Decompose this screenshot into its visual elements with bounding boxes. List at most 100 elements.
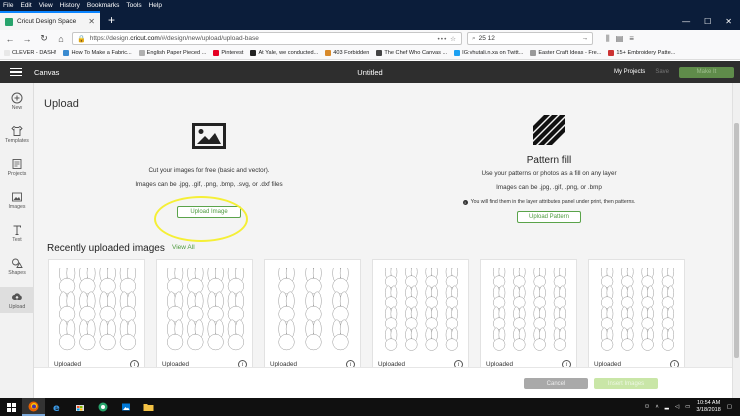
maximize-icon[interactable]: ☐ bbox=[704, 17, 711, 26]
menu-bookmarks[interactable]: Bookmarks bbox=[87, 2, 120, 9]
uploaded-image-card[interactable]: Uploaded i bbox=[156, 259, 253, 374]
svg-text:e: e bbox=[53, 403, 60, 412]
canvas-label: Canvas bbox=[34, 67, 60, 77]
rail-item-projects[interactable]: Projects bbox=[0, 158, 34, 177]
bookmark-item[interactable]: How To Make a Fabric... bbox=[63, 50, 132, 56]
bookmark-item[interactable]: Easter Craft Ideas - Fre... bbox=[530, 50, 601, 56]
upload-image-button[interactable]: Upload Image bbox=[177, 206, 241, 218]
bookmark-favicon-icon bbox=[454, 50, 461, 56]
firefox-taskbar-icon[interactable] bbox=[22, 398, 45, 416]
bookmark-item[interactable]: The Chef Who Canvas ... bbox=[376, 50, 447, 56]
uploaded-image-card[interactable]: Uploaded i bbox=[372, 259, 469, 374]
pattern-fill-note: i You will find them in the layer attrib… bbox=[429, 199, 669, 205]
sidebar-icon[interactable]: ▤ bbox=[616, 34, 624, 44]
volume-icon[interactable]: ◁ bbox=[675, 404, 679, 410]
rail-item-shapes[interactable]: Shapes bbox=[0, 257, 34, 276]
notifications-icon[interactable]: ▢ bbox=[727, 404, 732, 410]
network-icon[interactable]: ▂ bbox=[665, 404, 669, 410]
pattern-note-text: You will find them in the layer attribut… bbox=[470, 199, 636, 205]
menu-edit[interactable]: Edit bbox=[20, 2, 31, 9]
store-taskbar-icon[interactable] bbox=[68, 398, 91, 416]
bookmark-label: 403 Forbidden bbox=[333, 50, 370, 56]
menu-history[interactable]: History bbox=[60, 2, 80, 9]
my-projects-link[interactable]: My Projects bbox=[614, 69, 645, 75]
rail-item-upload[interactable]: Upload bbox=[0, 287, 34, 313]
bookmark-item[interactable]: At Yale, we conducted... bbox=[250, 50, 318, 56]
bookmark-item[interactable]: 15+ Embroidery Patte... bbox=[608, 50, 675, 56]
menu-file[interactable]: File bbox=[3, 2, 13, 9]
home-icon[interactable]: ⌂ bbox=[55, 33, 67, 45]
toolbar-icons: ⫼ ▤ ≡ bbox=[606, 34, 634, 44]
rail-item-templates[interactable]: Templates bbox=[0, 125, 34, 144]
rail-item-label: Templates bbox=[5, 138, 29, 144]
save-button[interactable]: Save bbox=[655, 69, 669, 75]
cancel-button[interactable]: Cancel bbox=[524, 378, 588, 389]
chevron-up-icon[interactable]: ˄ bbox=[655, 404, 658, 410]
uploaded-image-card[interactable]: Uploaded i bbox=[264, 259, 361, 374]
forward-icon[interactable]: → bbox=[21, 33, 33, 45]
windows-start-icon[interactable] bbox=[0, 398, 22, 416]
url-bar[interactable]: 🔒 https://design.cricut.com/#/design/new… bbox=[72, 32, 462, 45]
bookmark-label: English Paper Pieced ... bbox=[146, 50, 207, 56]
photos-taskbar-icon[interactable] bbox=[114, 398, 137, 416]
rail-item-images[interactable]: Images bbox=[0, 191, 34, 210]
clock[interactable]: 10:54 AM 3/18/2018 bbox=[696, 400, 720, 414]
menu-help[interactable]: Help bbox=[149, 2, 162, 9]
left-toolbar: New Templates Projects Images Text Shapes Uplo… bbox=[0, 83, 34, 398]
pattern-fill-icon bbox=[533, 115, 565, 145]
scrollbar-thumb[interactable] bbox=[734, 123, 739, 358]
uploaded-image-card[interactable]: Uploaded i bbox=[48, 259, 145, 374]
search-input[interactable]: 25 12 bbox=[479, 35, 579, 42]
hamburger-menu-icon[interactable] bbox=[10, 67, 22, 77]
new-tab-button[interactable]: + bbox=[100, 11, 123, 30]
bookmark-item[interactable]: 403 Forbidden bbox=[325, 50, 369, 56]
bookmark-item[interactable]: Pinterest bbox=[213, 50, 243, 56]
rail-item-label: Upload bbox=[8, 304, 26, 310]
battery-icon[interactable]: ▭ bbox=[685, 404, 690, 410]
main-scrollbar[interactable] bbox=[732, 83, 740, 398]
system-tray: ⚇ ˄ ▂ ◁ ▭ 10:54 AM 3/18/2018 ▢ bbox=[645, 400, 740, 414]
search-bar[interactable]: ⌕ 25 12 → bbox=[467, 32, 593, 45]
search-go-icon[interactable]: → bbox=[582, 35, 589, 42]
image-icon bbox=[12, 192, 22, 202]
rail-item-new[interactable]: New bbox=[0, 92, 34, 111]
uploaded-image-card[interactable]: Uploaded i bbox=[480, 259, 577, 374]
bookmark-item[interactable]: English Paper Pieced ... bbox=[138, 50, 207, 56]
make-it-button[interactable]: Make It bbox=[679, 66, 734, 78]
minimize-icon[interactable]: — bbox=[682, 17, 690, 26]
folder-taskbar-icon[interactable] bbox=[137, 398, 160, 416]
page-actions-icon[interactable]: ••• ☆ bbox=[438, 35, 457, 43]
insert-images-button[interactable]: Insert Images bbox=[594, 378, 658, 389]
clock-time: 10:54 AM bbox=[696, 400, 721, 406]
search-icon: ⌕ bbox=[472, 34, 476, 42]
bookmark-label: CLEVER - DASH! bbox=[12, 50, 57, 56]
bookmark-favicon-icon bbox=[376, 50, 383, 56]
menu-tools[interactable]: Tools bbox=[126, 2, 141, 9]
upload-panel: Upload Cut your images for free (basic a… bbox=[34, 83, 732, 398]
shirt-icon bbox=[11, 125, 23, 136]
uploaded-image-card[interactable]: Uploaded i bbox=[588, 259, 685, 374]
close-tab-icon[interactable]: ✕ bbox=[88, 17, 95, 26]
rail-item-label: New bbox=[11, 105, 23, 111]
bookmark-favicon-icon bbox=[530, 50, 537, 56]
bookmark-item[interactable]: CLEVER - DASH! bbox=[4, 50, 56, 56]
bookmark-item[interactable]: IG:vhutali.n.xa on Twitt... bbox=[454, 50, 523, 56]
recent-uploads-list: Uploaded i Uploaded i Uploaded i Uploaded i Uplo… bbox=[48, 259, 685, 374]
close-window-icon[interactable]: ✕ bbox=[725, 17, 732, 26]
cricut-taskbar-icon[interactable] bbox=[91, 398, 114, 416]
library-icon[interactable]: ⫼ bbox=[606, 34, 610, 44]
rail-item-text[interactable]: Text bbox=[0, 224, 34, 243]
back-icon[interactable]: ← bbox=[4, 33, 16, 45]
tab-title: Cricut Design Space bbox=[17, 18, 77, 25]
upload-pattern-button[interactable]: Upload Pattern bbox=[517, 211, 581, 223]
bookmark-favicon-icon bbox=[250, 50, 257, 56]
bookmark-label: At Yale, we conducted... bbox=[258, 50, 319, 56]
reload-icon[interactable]: ↻ bbox=[38, 33, 50, 45]
view-all-link[interactable]: View All bbox=[172, 244, 195, 251]
menu-view[interactable]: View bbox=[39, 2, 53, 9]
edge-taskbar-icon[interactable]: e bbox=[45, 398, 68, 416]
people-icon[interactable]: ⚇ bbox=[645, 404, 650, 410]
taskbar: e ⚇ ˄ ▂ ◁ ▭ 10:54 AM 3/18/2018 ▢ bbox=[0, 398, 740, 416]
tab-cricut[interactable]: Cricut Design Space ✕ bbox=[0, 11, 100, 30]
menu-icon[interactable]: ≡ bbox=[629, 34, 634, 44]
